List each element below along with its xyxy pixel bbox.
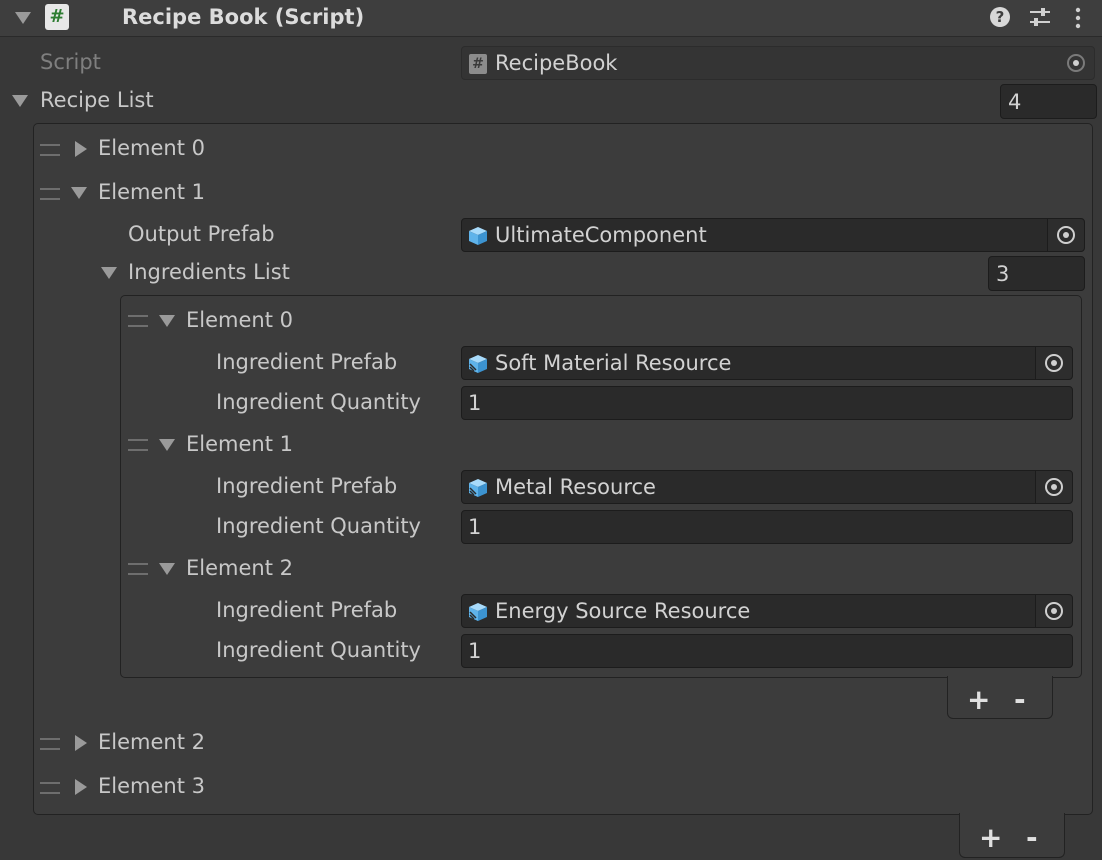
ingredient-quantity-label: Ingredient Quantity [216,514,421,538]
drag-handle-icon[interactable] [40,188,60,200]
element-foldout-icon[interactable] [71,187,87,199]
ingredient-element-2[interactable]: Element 2 [186,556,293,580]
output-prefab-label: Output Prefab [128,222,275,246]
object-picker-icon[interactable] [1035,471,1072,503]
ingredient-prefab-label: Ingredient Prefab [216,598,398,622]
ingredients-list-label[interactable]: Ingredients List [128,260,290,284]
drag-handle-icon[interactable] [128,439,148,451]
ingredients-footer [947,676,1053,719]
hash-script-icon: # [469,54,487,74]
script-label: Script [40,50,101,74]
prefab-variant-icon [469,603,487,621]
object-picker-icon[interactable] [1035,347,1072,379]
ingredient-prefab-field[interactable]: Metal Resource [461,470,1073,504]
ingredient-prefab-label: Ingredient Prefab [216,474,398,498]
recipe-list-size-input[interactable]: 4 [1000,84,1097,119]
recipe-list-label[interactable]: Recipe List [40,88,154,112]
drag-handle-icon[interactable] [40,144,60,156]
remove-ingredient-button[interactable]: - [1014,686,1026,714]
add-ingredient-button[interactable]: + [967,686,990,714]
ingredient-quantity-input[interactable]: 1 [461,634,1073,668]
element-foldout-icon[interactable] [159,315,175,327]
drag-handle-icon[interactable] [128,563,148,575]
script-value: RecipeBook [495,51,618,75]
element-foldout-icon[interactable] [159,563,175,575]
drag-handle-icon[interactable] [40,782,60,794]
presets-icon[interactable] [1028,6,1052,28]
output-prefab-field[interactable]: UltimateComponent [461,218,1085,252]
script-field: # RecipeBook [461,46,1095,80]
ingredient-element-0[interactable]: Element 0 [186,308,293,332]
kebab-menu-icon[interactable] [1072,6,1084,30]
ingredient-element-1[interactable]: Element 1 [186,432,293,456]
ingredients-foldout-icon[interactable] [101,267,117,279]
hash-script-icon: # [45,4,69,30]
element-foldout-icon[interactable] [159,439,175,451]
prefab-variant-icon [469,355,487,373]
ingredient-prefab-field[interactable]: Soft Material Resource [461,346,1073,380]
recipe-list-foldout-icon[interactable] [12,95,28,107]
element-foldout-icon[interactable] [75,141,87,157]
help-icon[interactable]: ? [990,7,1010,27]
prefab-cube-icon [469,227,487,245]
recipe-list-footer [959,813,1065,858]
object-picker-icon[interactable] [1035,595,1072,627]
recipe-element-3[interactable]: Element 3 [98,774,205,798]
component-title: Recipe Book (Script) [122,5,365,29]
recipe-element-2[interactable]: Element 2 [98,730,205,754]
remove-recipe-button[interactable]: - [1026,824,1038,852]
drag-handle-icon[interactable] [128,315,148,327]
prefab-variant-icon [469,479,487,497]
recipe-element-0[interactable]: Element 0 [98,136,205,160]
add-recipe-button[interactable]: + [979,824,1002,852]
element-foldout-icon[interactable] [75,735,87,751]
ingredient-quantity-input[interactable]: 1 [461,386,1073,420]
ingredients-size-input[interactable]: 3 [988,256,1085,291]
ingredient-prefab-label: Ingredient Prefab [216,350,398,374]
ingredient-prefab-field[interactable]: Energy Source Resource [461,594,1073,628]
component-foldout-icon[interactable] [15,12,31,24]
recipe-element-1[interactable]: Element 1 [98,180,205,204]
ingredient-quantity-label: Ingredient Quantity [216,390,421,414]
drag-handle-icon[interactable] [40,738,60,750]
object-picker-icon[interactable] [1047,219,1084,251]
ingredient-quantity-input[interactable]: 1 [461,510,1073,544]
ingredient-quantity-label: Ingredient Quantity [216,638,421,662]
element-foldout-icon[interactable] [75,779,87,795]
object-picker-icon [1058,47,1094,79]
